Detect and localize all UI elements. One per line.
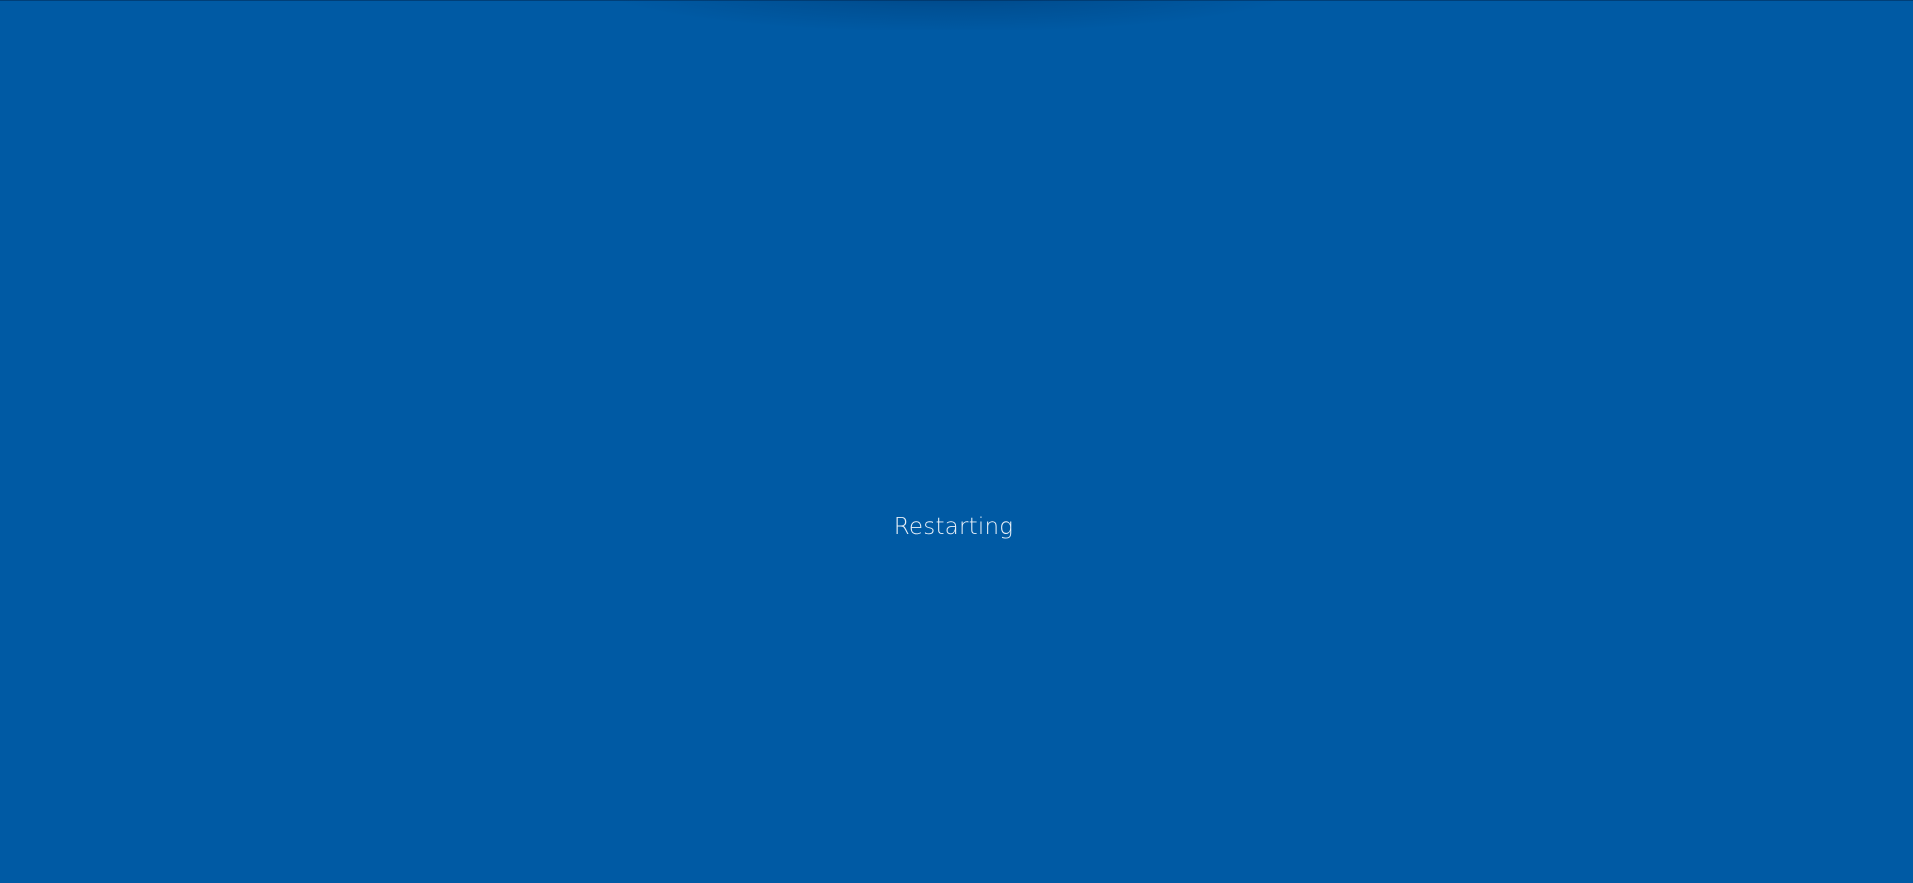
restart-screen: Restarting	[0, 0, 1913, 883]
top-shadow	[600, 0, 1300, 30]
restarting-status-text: Restarting	[893, 514, 1014, 540]
top-edge-line	[0, 0, 1913, 1]
